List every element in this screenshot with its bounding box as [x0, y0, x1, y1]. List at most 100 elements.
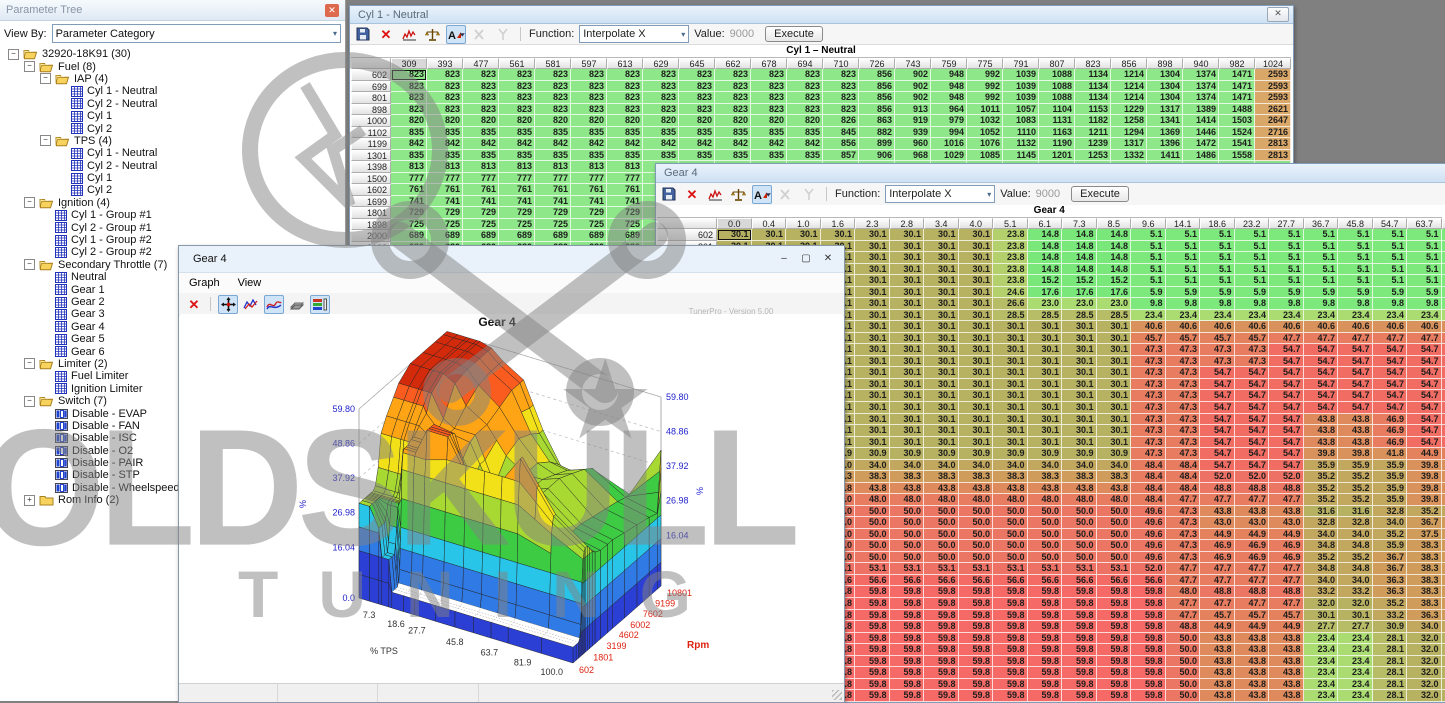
cell[interactable]: 2593	[1255, 81, 1291, 93]
cell[interactable]: 842	[463, 138, 499, 150]
cell[interactable]: 30.9	[1373, 621, 1408, 633]
cell[interactable]: 50.0	[1166, 644, 1201, 656]
cell[interactable]	[1442, 252, 1445, 264]
collapse-icon[interactable]: −	[8, 49, 19, 60]
cell[interactable]: 30.1	[890, 437, 925, 449]
cell[interactable]: 23.4	[1304, 679, 1339, 691]
cell[interactable]	[1442, 241, 1445, 253]
cell[interactable]: 50.0	[855, 540, 890, 552]
cell[interactable]: 23.4	[1235, 310, 1270, 322]
cell[interactable]: 23.8	[993, 264, 1028, 276]
cell[interactable]: 59.8	[959, 598, 994, 610]
cell[interactable]: 823	[823, 69, 859, 81]
cell[interactable]: 14.8	[1062, 252, 1097, 264]
cell[interactable]: 30.1	[993, 344, 1028, 356]
cell[interactable]: 50.0	[1062, 540, 1097, 552]
cell[interactable]: 30.1	[1062, 367, 1097, 379]
cell[interactable]: 30.1	[855, 379, 890, 391]
cell[interactable]: 56.6	[855, 575, 890, 587]
cell[interactable]: 50.0	[959, 529, 994, 541]
cell[interactable]: 52.0	[1131, 563, 1166, 575]
cell[interactable]: 823	[427, 92, 463, 104]
cell[interactable]: 43.8	[1028, 483, 1063, 495]
cell[interactable]: 34.0	[1097, 460, 1132, 472]
cell[interactable]: 23.4	[1338, 656, 1373, 668]
row-header[interactable]: 1301	[351, 150, 391, 162]
cell[interactable]: 54.7	[1338, 356, 1373, 368]
cell[interactable]: 54.7	[1200, 402, 1235, 414]
cell[interactable]: 23.4	[1269, 310, 1304, 322]
cell[interactable]: 5.1	[1269, 275, 1304, 287]
cell[interactable]: 43.8	[1235, 656, 1270, 668]
cell[interactable]: 689	[607, 230, 643, 242]
cell[interactable]: 813	[607, 161, 643, 173]
cell[interactable]: 47.3	[1131, 344, 1166, 356]
cell[interactable]: 5.1	[1269, 264, 1304, 276]
cell[interactable]: 842	[787, 138, 823, 150]
close-icon[interactable]: ✕	[683, 186, 701, 203]
cell[interactable]: 9.8	[1407, 298, 1442, 310]
cell[interactable]: 48.4	[1166, 471, 1201, 483]
cell[interactable]: 741	[463, 196, 499, 208]
cell[interactable]: 59.8	[855, 690, 890, 702]
cell[interactable]: 43.8	[1097, 483, 1132, 495]
cell[interactable]: 835	[535, 127, 571, 139]
cell[interactable]: 30.1	[924, 275, 959, 287]
cell[interactable]: 47.3	[1131, 379, 1166, 391]
cell[interactable]: 54.7	[1373, 344, 1408, 356]
cell[interactable]: 5.1	[1269, 241, 1304, 253]
cell[interactable]: 59.8	[855, 644, 890, 656]
cell[interactable]: 729	[427, 207, 463, 219]
cell[interactable]: 5.1	[1338, 252, 1373, 264]
cell[interactable]: 777	[499, 173, 535, 185]
column-header[interactable]: 1.0	[786, 218, 821, 229]
cell[interactable]: 5.1	[1407, 229, 1442, 241]
cell[interactable]: 50.0	[1166, 656, 1201, 668]
cell[interactable]: 38.3	[1407, 552, 1442, 564]
cell[interactable]: 59.8	[855, 621, 890, 633]
tree-item[interactable]: −Ignition (4)	[4, 197, 345, 209]
cell[interactable]: 34.0	[890, 460, 925, 472]
cell[interactable]: 30.1	[1062, 390, 1097, 402]
cell[interactable]: 47.7	[1304, 333, 1339, 345]
cell[interactable]	[1442, 310, 1445, 322]
cell[interactable]: 23.0	[1097, 298, 1132, 310]
cell[interactable]: 54.7	[1407, 414, 1442, 426]
font-axis-icon[interactable]: A	[446, 25, 466, 44]
cell[interactable]: 1153	[1075, 104, 1111, 116]
cell[interactable]: 54.7	[1373, 402, 1408, 414]
column-header[interactable]: 3.4	[924, 218, 959, 229]
cell[interactable]: 835	[463, 150, 499, 162]
cell[interactable]: 823	[391, 104, 427, 116]
tree-item[interactable]: Cyl 2 - Neutral	[4, 160, 345, 172]
cell[interactable]: 725	[427, 219, 463, 231]
cell[interactable]: 823	[499, 69, 535, 81]
cell[interactable]: 30.9	[890, 448, 925, 460]
cell[interactable]: 59.8	[1062, 667, 1097, 679]
cell[interactable]: 40.6	[1235, 321, 1270, 333]
cell[interactable]	[1442, 287, 1445, 299]
cell[interactable]: 823	[391, 69, 427, 81]
cell[interactable]: 5.9	[1166, 287, 1201, 299]
close-icon[interactable]: ✕	[1267, 7, 1289, 22]
cell[interactable]: 761	[391, 184, 427, 196]
cell[interactable]: 725	[535, 219, 571, 231]
trace-icon[interactable]	[706, 186, 724, 203]
column-header[interactable]: 759	[931, 58, 967, 69]
cell[interactable]: 823	[463, 69, 499, 81]
cell[interactable]: 823	[787, 104, 823, 116]
cell[interactable]	[1442, 356, 1445, 368]
cell[interactable]: 761	[427, 184, 463, 196]
cell[interactable]: 47.3	[1166, 379, 1201, 391]
cell[interactable]: 35.9	[1373, 540, 1408, 552]
cell[interactable]: 47.3	[1166, 517, 1201, 529]
cell[interactable]: 30.1	[1097, 333, 1132, 345]
cell[interactable]: 45.7	[1235, 610, 1270, 622]
cell[interactable]: 842	[571, 138, 607, 150]
cell[interactable]: 28.5	[1062, 310, 1097, 322]
cell[interactable]: 30.1	[924, 252, 959, 264]
cell[interactable]: 30.1	[1028, 425, 1063, 437]
collapse-icon[interactable]: −	[24, 259, 35, 270]
cell[interactable]: 823	[391, 92, 427, 104]
cell[interactable]: 59.8	[959, 586, 994, 598]
